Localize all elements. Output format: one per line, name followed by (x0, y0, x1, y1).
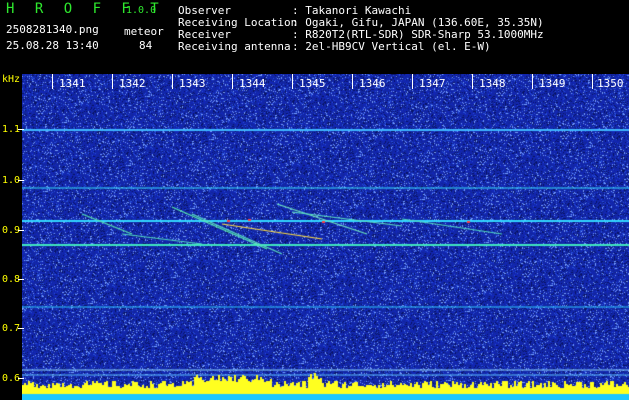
x-tick-mark (532, 74, 533, 89)
y-tick-mark (18, 129, 24, 130)
y-tick-label: 0.7 (2, 323, 21, 334)
x-tick-label: 1342 (119, 77, 146, 90)
header-panel: H R O F F T 1.0.0 2508281340.png meteor … (0, 0, 629, 74)
x-tick-label: 1343 (179, 77, 206, 90)
x-tick-mark (172, 74, 173, 89)
y-tick-label: 0.9 (2, 225, 21, 236)
x-tick-mark (292, 74, 293, 89)
x-tick-mark (112, 74, 113, 89)
x-tick-mark (52, 74, 53, 89)
antenna-value: : 2el-HB9CV Vertical (el. E-W) (292, 40, 491, 53)
x-tick-label: 1345 (299, 77, 326, 90)
y-tick-label: 0.6 (2, 373, 21, 384)
y-tick-mark (18, 230, 24, 231)
x-tick-label: 1350 (597, 77, 624, 90)
y-tick-mark (18, 279, 24, 280)
x-tick-label: 1349 (539, 77, 566, 90)
x-tick-mark (412, 74, 413, 89)
x-tick-label: 1344 (239, 77, 266, 90)
y-tick-mark (18, 180, 24, 181)
x-tick-mark (352, 74, 353, 89)
y-tick-label: 1.0 (2, 175, 21, 186)
file-name: 2508281340.png (6, 23, 99, 36)
y-tick-label: 1.1 (2, 124, 21, 135)
capture-datetime: 25.08.28 13:40 (6, 39, 99, 52)
x-tick-label: 1347 (419, 77, 446, 90)
y-axis-unit: kHz (2, 74, 21, 85)
y-tick-label: 0.8 (2, 274, 21, 285)
x-tick-label: 1346 (359, 77, 386, 90)
meteor-label: meteor (124, 25, 164, 38)
x-tick-label: 1341 (59, 77, 86, 90)
x-tick-mark (592, 74, 593, 89)
app-version: 1.0.0 (126, 5, 157, 16)
meteor-count: 84 (139, 39, 153, 52)
x-tick-mark (232, 74, 233, 89)
spectrogram-canvas (22, 74, 629, 400)
x-tick-mark (472, 74, 473, 89)
y-tick-mark (18, 378, 24, 379)
x-tick-label: 1348 (479, 77, 506, 90)
antenna-label: Receiving antenna (178, 40, 291, 53)
y-tick-mark (18, 328, 24, 329)
